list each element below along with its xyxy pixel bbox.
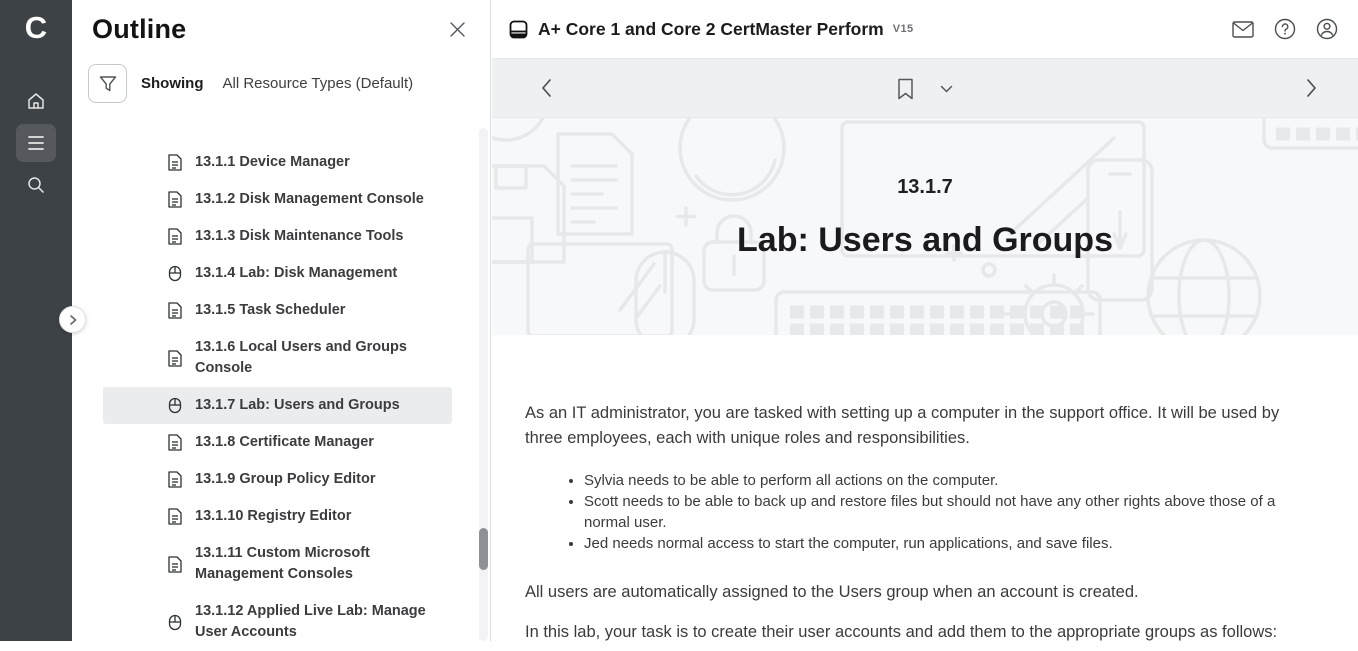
filter-value[interactable]: All Resource Types (Default)	[223, 75, 414, 92]
outline-item[interactable]: 13.1.5 Task Scheduler	[103, 292, 452, 329]
outline-item-label: 13.1.1 Device Manager	[195, 152, 350, 173]
outline-item-label: 13.1.9 Group Policy Editor	[195, 469, 376, 490]
document-icon	[168, 302, 184, 319]
main-content: A+ Core 1 and Core 2 CertMaster Perform …	[492, 0, 1358, 641]
outline-item[interactable]: 13.1.8 Certificate Manager	[103, 424, 452, 461]
document-icon	[168, 556, 184, 573]
course-book-icon	[509, 20, 528, 39]
list-item: Sylvia needs to be able to perform all a…	[584, 470, 1300, 491]
course-title: A+ Core 1 and Core 2 CertMaster Perform	[538, 19, 884, 40]
employee-requirements-list: Sylvia needs to be able to perform all a…	[584, 470, 1300, 554]
lesson-banner: 13.1.7 Lab: Users and Groups	[492, 118, 1358, 335]
outline-item[interactable]: 13.1.6 Local Users and Groups Console	[103, 329, 452, 387]
outline-item-label: 13.1.3 Disk Maintenance Tools	[195, 226, 403, 247]
mouse-icon	[168, 265, 184, 282]
version-badge: V15	[893, 23, 914, 35]
account-icon[interactable]	[1316, 18, 1338, 40]
list-item: Jed needs normal access to start the com…	[584, 533, 1300, 554]
lab-task-line: In this lab, your task is to create thei…	[525, 620, 1300, 645]
outline-item-label: 13.1.8 Certificate Manager	[195, 432, 374, 453]
menu-icon	[26, 135, 46, 151]
bookmark-icon[interactable]	[897, 78, 914, 100]
lesson-title: Lab: Users and Groups	[492, 221, 1358, 260]
users-group-note: All users are automatically assigned to …	[525, 580, 1300, 605]
home-button[interactable]	[16, 82, 56, 120]
document-icon	[168, 154, 184, 171]
mouse-icon	[168, 614, 184, 631]
outline-item[interactable]: 13.1.4 Lab: Disk Management	[103, 255, 452, 292]
bookmark-dropdown-chevron-icon[interactable]	[940, 85, 953, 93]
document-icon	[168, 508, 184, 525]
outline-item-label: 13.1.6 Local Users and Groups Console	[195, 337, 446, 379]
outline-item[interactable]: 13.1.7 Lab: Users and Groups	[103, 387, 452, 424]
lesson-body: As an IT administrator, you are tasked w…	[492, 335, 1358, 645]
outline-panel: Outline Showing All Resource Types (Defa…	[72, 0, 491, 641]
document-icon	[168, 191, 184, 208]
outline-item-label: 13.1.11 Custom Microsoft Management Cons…	[195, 543, 446, 585]
mouse-icon	[168, 397, 184, 414]
outline-scrollbar-thumb[interactable]	[479, 528, 488, 570]
filter-row: Showing All Resource Types (Default)	[88, 64, 490, 103]
document-icon	[168, 471, 184, 488]
outline-item-label: 13.1.4 Lab: Disk Management	[195, 263, 397, 284]
help-icon[interactable]	[1274, 18, 1296, 40]
search-icon	[26, 175, 46, 195]
outline-item[interactable]: 13.1.9 Group Policy Editor	[103, 461, 452, 498]
search-button[interactable]	[16, 166, 56, 204]
lesson-toolbar	[492, 59, 1358, 118]
brand-logo: C	[0, 0, 72, 56]
outline-item[interactable]: 13.1.2 Disk Management Console	[103, 181, 452, 218]
lesson-number: 13.1.7	[492, 176, 1358, 199]
outline-panel-title: Outline	[92, 14, 186, 45]
list-item: Scott needs to be able to back up and re…	[584, 491, 1300, 533]
close-outline-button[interactable]	[449, 21, 466, 38]
document-icon	[168, 434, 184, 451]
outline-menu-button[interactable]	[16, 124, 56, 162]
outline-item[interactable]: 13.1.10 Registry Editor	[103, 498, 452, 535]
filter-button[interactable]	[88, 64, 127, 103]
outline-item-label: 13.1.12 Applied Live Lab: Manage User Ac…	[195, 601, 446, 643]
mail-icon[interactable]	[1232, 21, 1254, 38]
outline-item-label: 13.1.10 Registry Editor	[195, 506, 351, 527]
chevron-right-icon	[68, 315, 78, 325]
outline-item[interactable]: 13.1.11 Custom Microsoft Management Cons…	[103, 535, 452, 593]
lesson-intro-paragraph: As an IT administrator, you are tasked w…	[525, 401, 1300, 451]
previous-page-button[interactable]	[540, 78, 553, 103]
outline-item-label: 13.1.5 Task Scheduler	[195, 300, 345, 321]
outline-scrollbar-track	[479, 128, 488, 641]
document-icon	[168, 350, 184, 367]
panel-collapse-button[interactable]	[59, 306, 86, 333]
document-icon	[168, 228, 184, 245]
outline-item-label: 13.1.7 Lab: Users and Groups	[195, 395, 400, 416]
course-header: A+ Core 1 and Core 2 CertMaster Perform …	[492, 0, 1358, 59]
outline-list: 13.1.1 Device Manager 13.1.2 Disk Managem…	[103, 144, 452, 651]
outline-item[interactable]: 13.1.12 Applied Live Lab: Manage User Ac…	[103, 593, 452, 651]
filter-funnel-icon	[99, 75, 117, 93]
next-page-button[interactable]	[1305, 78, 1318, 103]
showing-label: Showing	[141, 75, 204, 92]
outline-item[interactable]: 13.1.3 Disk Maintenance Tools	[103, 218, 452, 255]
outline-item[interactable]: 13.1.1 Device Manager	[103, 144, 452, 181]
outline-item-label: 13.1.2 Disk Management Console	[195, 189, 424, 210]
close-icon	[449, 21, 466, 38]
home-icon	[26, 91, 46, 111]
